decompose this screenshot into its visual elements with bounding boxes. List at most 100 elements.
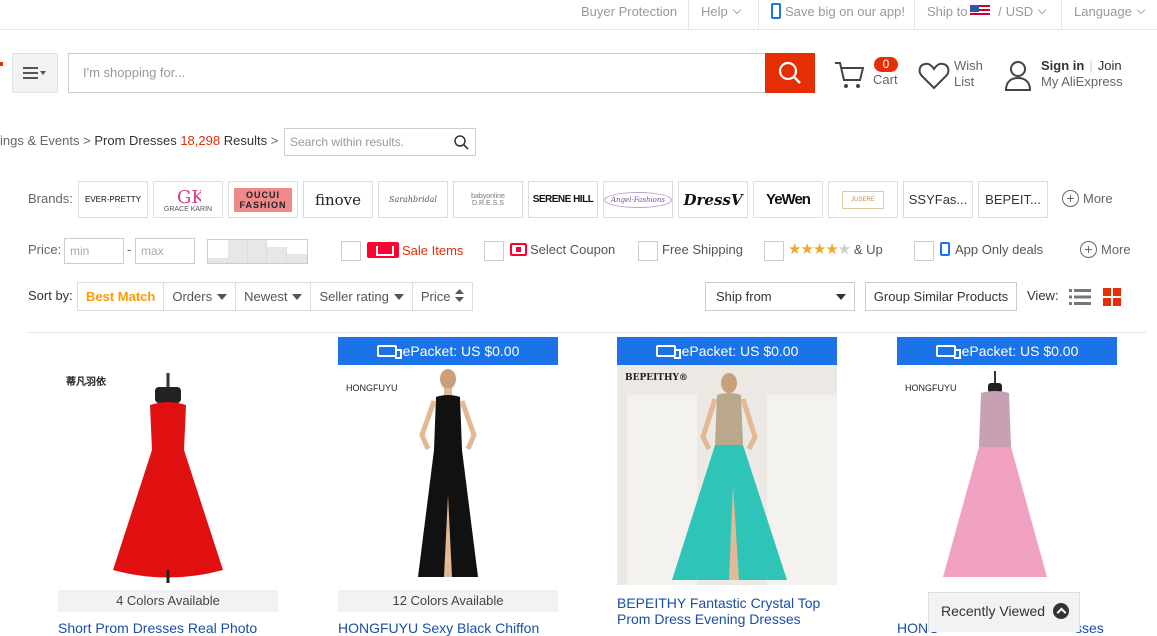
sort-best-match[interactable]: Best Match <box>78 283 165 310</box>
brand-sarahbridal[interactable]: Sarahbridal <box>378 181 448 218</box>
search-input[interactable]: I'm shopping for... <box>68 53 766 93</box>
price-min-input[interactable]: min <box>64 238 124 264</box>
phone-icon <box>771 3 781 19</box>
price-max-input[interactable]: max <box>135 238 195 264</box>
dress-image-icon <box>943 371 1047 577</box>
product-title-link[interactable]: BEPEITHY Fantastic Crystal Top Prom Dres… <box>617 595 837 627</box>
brand-grace-karin[interactable]: GK GRACE KARIN <box>153 181 223 218</box>
dress-image-icon <box>113 373 223 583</box>
free-shipping-checkbox[interactable] <box>638 241 658 261</box>
account-menu[interactable]: Sign in | Join My AliExpress <box>1004 58 1154 94</box>
epacket-banner: ePacket: US $0.00 <box>897 337 1117 365</box>
ship-to-menu[interactable]: Ship to / USD <box>914 0 1057 30</box>
brand-ever-pretty[interactable]: EVER-PRETTY <box>78 181 148 218</box>
grid-view-icon[interactable] <box>1103 288 1121 306</box>
my-aliexpress-link[interactable]: My AliExpress <box>1041 74 1123 89</box>
ship-to-label: Ship to <box>927 4 968 19</box>
sort-label: Sort by: <box>28 288 73 303</box>
sort-newest[interactable]: Newest <box>236 283 312 310</box>
brand-jusere[interactable]: JUSERE <box>828 181 898 218</box>
select-coupon-label: Select Coupon <box>530 242 616 257</box>
filters-more-button[interactable]: + More <box>1080 241 1131 258</box>
dress-image-icon <box>617 365 837 585</box>
brand-yewen[interactable]: YeWen <box>753 181 823 218</box>
brand-babyonline[interactable]: babyonline D.R.E.S.S <box>453 181 523 218</box>
product-image[interactable]: HONGFUYU <box>897 365 1117 585</box>
free-shipping-filter[interactable]: Free Shipping <box>662 242 743 257</box>
sort-orders[interactable]: Orders <box>164 283 237 310</box>
breadcrumb-parent[interactable]: ings & Events <box>0 133 80 148</box>
product-brand-mark: HONGFUYU <box>346 383 398 393</box>
brand-oucui[interactable]: OUCUI FASHION <box>228 181 298 218</box>
truck-icon <box>655 345 681 359</box>
recently-viewed-button[interactable]: Recently Viewed <box>928 592 1080 632</box>
rating-filter[interactable]: ★★★★★ & Up <box>788 240 883 258</box>
chevron-down-icon <box>1136 5 1146 15</box>
product-image[interactable]: 蒂凡羽依 <box>58 365 278 585</box>
currency-separator: / <box>998 4 1002 19</box>
sort-seller-rating[interactable]: Seller rating <box>311 283 413 310</box>
brands-more-button[interactable]: + More <box>1062 190 1113 207</box>
top-bar: Buyer Protection Help Save big on our ap… <box>0 0 1157 30</box>
histogram-bar <box>247 240 268 263</box>
wish-list-button[interactable]: Wish List <box>918 58 998 94</box>
sale-items-filter[interactable]: Sale Items <box>367 242 463 258</box>
brand-serene-hill[interactable]: SERENE HILL <box>528 181 598 218</box>
app-promo-label: Save big on our app! <box>785 4 905 19</box>
search-icon[interactable] <box>454 135 469 150</box>
search-within-input[interactable]: Search within results. <box>284 128 476 156</box>
product-card[interactable]: ePacket: US $0.00 HONGFUYU 12 Colors Ava… <box>338 337 558 636</box>
product-image[interactable]: BEPEITHY® <box>617 365 837 585</box>
breadcrumb: ings & Events > Prom Dresses 18,298 Resu… <box>0 133 278 148</box>
cart-button[interactable]: 0 Cart <box>834 57 904 97</box>
brand-logo-text: babyonline D.R.E.S.S <box>471 192 505 207</box>
price-histogram[interactable] <box>207 239 308 264</box>
sort-price[interactable]: Price <box>413 283 473 310</box>
more-label: More <box>1101 242 1131 257</box>
help-menu[interactable]: Help <box>688 0 752 30</box>
plus-icon: + <box>1062 190 1079 207</box>
brand-bepeithy[interactable]: BEPEIT... <box>978 181 1048 218</box>
category-menu-button[interactable] <box>12 53 58 93</box>
language-menu[interactable]: Language <box>1061 0 1156 30</box>
colors-available: 4 Colors Available <box>58 590 278 612</box>
sign-in-link[interactable]: Sign in <box>1041 58 1084 73</box>
app-only-filter[interactable]: App Only deals <box>940 242 1043 257</box>
list-view-icon[interactable] <box>1069 288 1091 306</box>
brand-dressv[interactable]: DressV <box>678 181 748 218</box>
brand-finove[interactable]: finove <box>303 181 373 218</box>
sort-seller-rating-label: Seller rating <box>319 289 389 304</box>
divider <box>28 332 1146 333</box>
app-only-checkbox[interactable] <box>914 241 934 261</box>
join-link[interactable]: Join <box>1098 58 1122 73</box>
product-card[interactable]: ePacket: US $0.00 BEPEITHY® BEPEITHY Fan… <box>617 337 837 627</box>
product-image[interactable]: HONGFUYU <box>338 365 558 585</box>
epacket-label: ePacket: US $0.00 <box>961 343 1079 359</box>
brand-logo-text: YeWen <box>766 191 811 208</box>
search-button[interactable] <box>765 53 815 93</box>
wish-label-line1: Wish <box>954 58 983 73</box>
sale-items-label: Sale Items <box>402 243 464 258</box>
ship-from-select[interactable]: Ship from <box>705 282 855 311</box>
product-title-link[interactable]: Short Prom Dresses Real Photo <box>58 620 257 636</box>
truck-icon <box>376 345 402 359</box>
product-card[interactable]: ePacket: US $0.00 HONGFUYU HONG sses <box>897 337 1117 636</box>
buyer-protection-link[interactable]: Buyer Protection <box>569 0 689 30</box>
sale-items-checkbox[interactable] <box>341 241 361 261</box>
product-title-link[interactable]: HONGFUYU Sexy Black Chiffon <box>338 620 539 636</box>
caret-down-icon <box>292 294 303 300</box>
brand-ssyfashion[interactable]: SSYFas... <box>903 181 973 218</box>
dress-image-icon <box>418 369 478 577</box>
select-coupon-checkbox[interactable] <box>484 241 504 261</box>
select-coupon-filter[interactable]: Select Coupon <box>510 242 615 257</box>
group-similar-button[interactable]: Group Similar Products <box>865 282 1017 311</box>
search-icon <box>778 61 801 84</box>
divider: | <box>1089 58 1093 73</box>
truck-icon <box>935 345 961 359</box>
chevron-down-icon <box>732 5 741 15</box>
histogram-bar <box>208 258 228 263</box>
price-label: Price: <box>28 242 62 257</box>
app-promo-link[interactable]: Save big on our app! <box>758 0 917 30</box>
rating-checkbox[interactable] <box>764 241 784 261</box>
brand-angel-fashions[interactable]: Angel-Fashions <box>603 181 673 218</box>
